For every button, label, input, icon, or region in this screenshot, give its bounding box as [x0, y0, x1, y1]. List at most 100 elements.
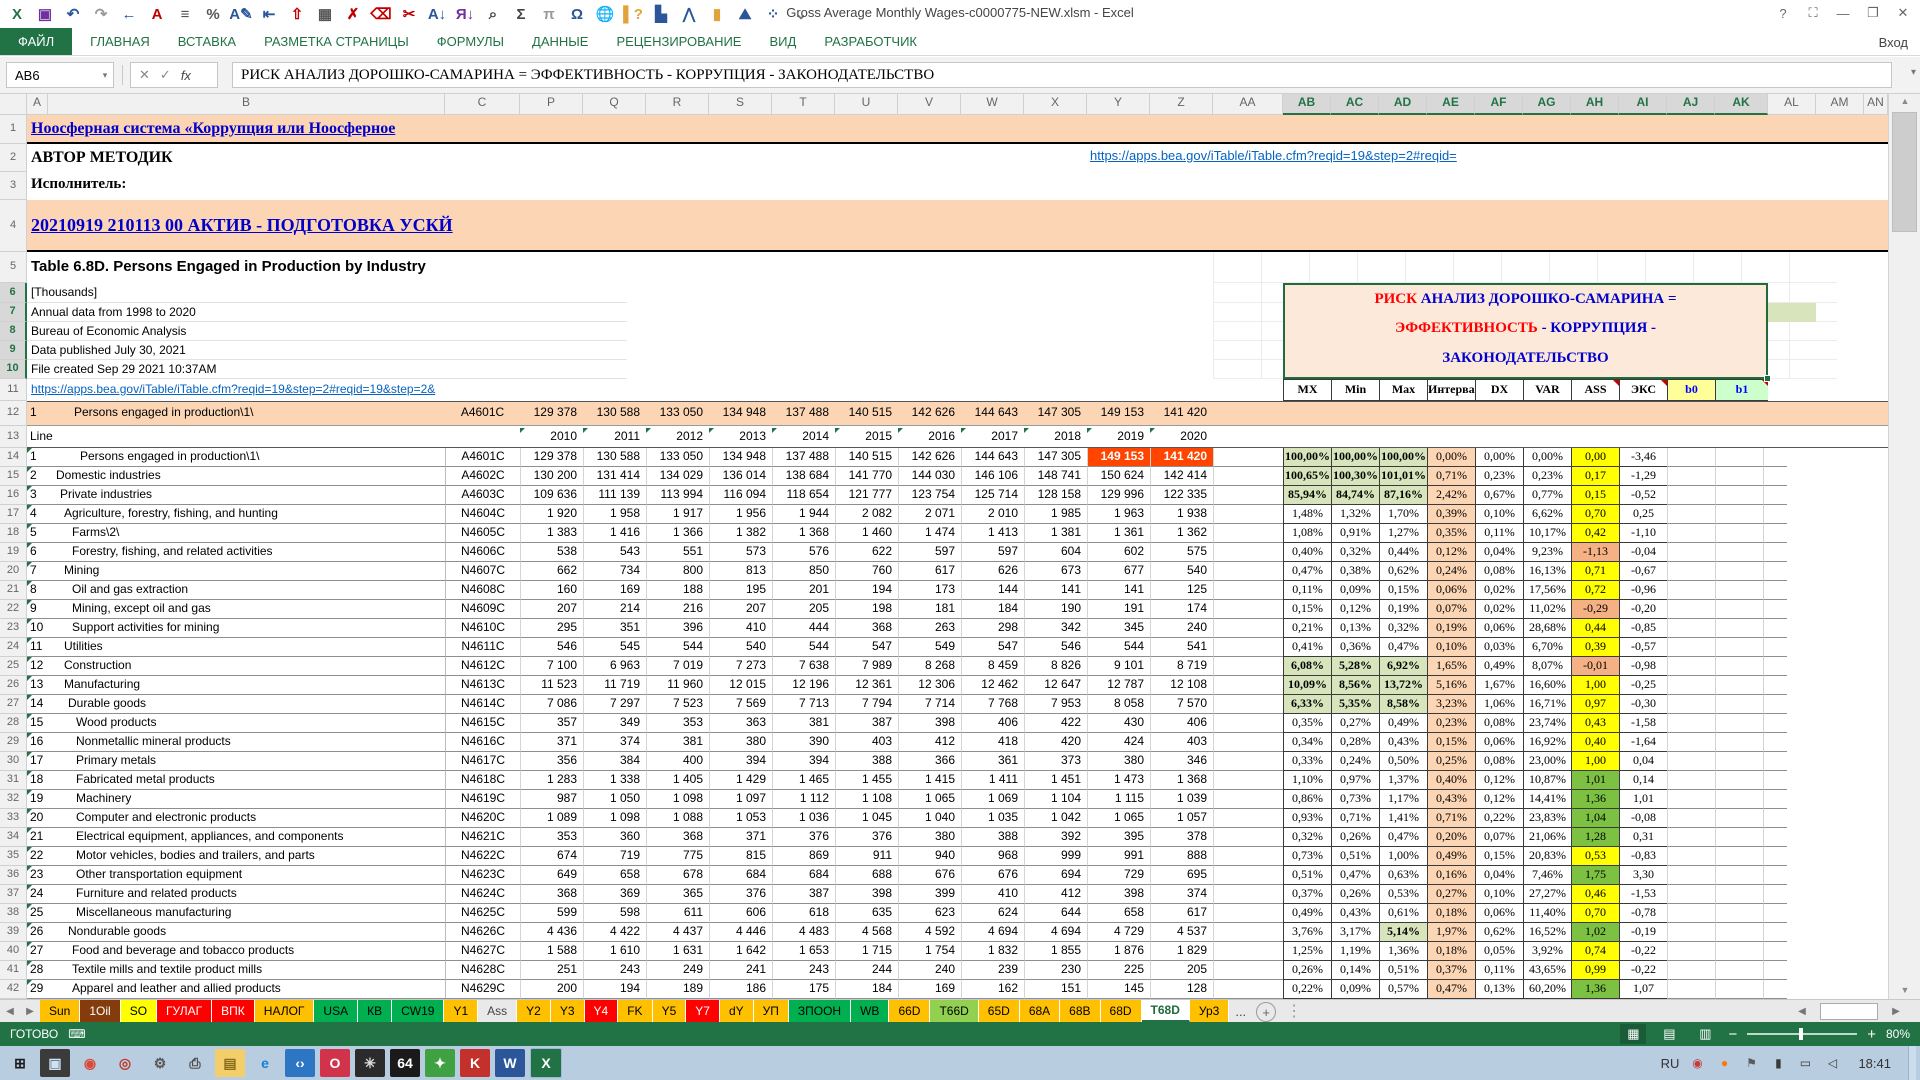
cell-value[interactable]: 1 829: [1150, 942, 1213, 961]
cell-value[interactable]: 371: [709, 828, 772, 847]
hyperlink-icon[interactable]: 🌐: [592, 2, 618, 26]
cell-value[interactable]: 150 624: [1087, 467, 1150, 486]
sheet-tab-ВПК[interactable]: ВПК: [212, 1000, 255, 1022]
cell-value[interactable]: 198: [835, 600, 898, 619]
cell-value[interactable]: 546: [520, 638, 583, 657]
cell-value[interactable]: 403: [1150, 733, 1213, 752]
stat-cell[interactable]: 0,51%: [1283, 866, 1331, 885]
cell-value[interactable]: 869: [772, 847, 835, 866]
cell-value[interactable]: 113 994: [646, 486, 709, 505]
cell-line[interactable]: 1: [27, 448, 48, 467]
cell-value[interactable]: 194: [583, 980, 646, 999]
cell-value[interactable]: 1 368: [1150, 771, 1213, 790]
stat-header-DX[interactable]: DX: [1475, 379, 1523, 401]
cell-value[interactable]: 144: [961, 581, 1024, 600]
language-indicator[interactable]: RU: [1661, 1056, 1680, 1071]
cell-value[interactable]: 147 305: [1024, 448, 1087, 467]
sheet-tab-Y2[interactable]: Y2: [517, 1000, 551, 1022]
ie-icon[interactable]: e: [250, 1049, 280, 1077]
year-header[interactable]: 2010: [520, 428, 583, 446]
cell-value[interactable]: 420: [1024, 733, 1087, 752]
cell-value[interactable]: 374: [1150, 885, 1213, 904]
cell-value[interactable]: 142 626: [898, 448, 961, 467]
row-header-34[interactable]: 34: [0, 828, 27, 847]
worksheet-grid[interactable]: ABCPQRSTUVWXYZAAABACADAEAFAGAHAIAJAKALAM…: [0, 94, 1920, 999]
cell-code[interactable]: N4606C: [445, 543, 520, 562]
cell-value[interactable]: 384: [583, 752, 646, 771]
row-header-15[interactable]: 15: [0, 467, 27, 486]
stat-cell[interactable]: 1,41%: [1379, 809, 1427, 828]
cell-empty[interactable]: [1667, 657, 1715, 676]
cell-value[interactable]: 190: [1024, 600, 1087, 619]
stat-cell[interactable]: 1,28: [1571, 828, 1619, 847]
stat-cell[interactable]: 17,56%: [1523, 581, 1571, 600]
sheet-tab-T68D[interactable]: T68D: [1142, 1000, 1190, 1022]
scroll-up-icon[interactable]: ▲: [1889, 96, 1920, 106]
stat-cell[interactable]: 0,25%: [1427, 752, 1475, 771]
stat-cell[interactable]: 0,47%: [1427, 980, 1475, 999]
stat-cell[interactable]: 1,10%: [1283, 771, 1331, 790]
cell-line[interactable]: 26: [27, 923, 48, 942]
scatter-icon[interactable]: ⁘: [760, 2, 786, 26]
cell-empty[interactable]: [1667, 543, 1715, 562]
cell-empty[interactable]: [1715, 980, 1763, 999]
stat-cell[interactable]: 16,92%: [1523, 733, 1571, 752]
stat-header-b0[interactable]: b0: [1667, 379, 1715, 401]
cell-industry-name[interactable]: Nondurable goods: [48, 923, 445, 942]
cell-empty[interactable]: [1741, 252, 1789, 283]
stat-cell[interactable]: 0,74: [1571, 942, 1619, 961]
cell-empty[interactable]: [1213, 600, 1283, 619]
stat-cell[interactable]: 0,00%: [1427, 448, 1475, 467]
cell-empty[interactable]: [1667, 790, 1715, 809]
vscode-icon[interactable]: ‹›: [285, 1049, 315, 1077]
zoom-slider[interactable]: [1747, 1033, 1857, 1035]
cell-industry-name[interactable]: Utilities: [48, 638, 445, 657]
row-header-27[interactable]: 27: [0, 695, 27, 714]
cell-empty[interactable]: [1763, 942, 1787, 961]
zoom-slider-thumb[interactable]: [1799, 1028, 1803, 1040]
cell-value[interactable]: 342: [1024, 619, 1087, 638]
cell-value[interactable]: 387: [835, 714, 898, 733]
cell-empty[interactable]: [1667, 676, 1715, 695]
column-header-AA[interactable]: AA: [1213, 94, 1283, 115]
stat-cell[interactable]: 0,15%: [1475, 847, 1523, 866]
redo-icon[interactable]: ↷: [88, 2, 114, 26]
stat-cell[interactable]: 16,52%: [1523, 923, 1571, 942]
cell-empty[interactable]: [1213, 847, 1283, 866]
row-header-31[interactable]: 31: [0, 771, 27, 790]
column-header-R[interactable]: R: [646, 94, 709, 115]
stat-cell[interactable]: 0,26%: [1331, 828, 1379, 847]
stat-cell[interactable]: 0,08%: [1475, 562, 1523, 581]
cell-empty[interactable]: [1715, 581, 1763, 600]
cell-value[interactable]: 444: [772, 619, 835, 638]
cell-value[interactable]: 349: [583, 714, 646, 733]
stat-cell[interactable]: 20,83%: [1523, 847, 1571, 866]
cell-industry-name[interactable]: Food and beverage and tobacco products: [48, 942, 445, 961]
hscroll-right-icon[interactable]: ▶: [1886, 1006, 1906, 1017]
risk-analysis-box[interactable]: РИСК АНАЛИЗ ДОРОШКО-САМАРИНА =ЭФФЕКТИВНО…: [1283, 283, 1768, 379]
stat-cell[interactable]: 0,23%: [1523, 467, 1571, 486]
green-app-icon[interactable]: ✦: [425, 1049, 455, 1077]
cell-code[interactable]: N4629C: [445, 980, 520, 999]
stat-cell[interactable]: 0,12%: [1475, 790, 1523, 809]
column-header-AH[interactable]: AH: [1571, 94, 1619, 115]
cell-value[interactable]: 695: [1150, 866, 1213, 885]
cell-value[interactable]: 396: [646, 619, 709, 638]
cell-value[interactable]: 186: [709, 980, 772, 999]
cell-empty[interactable]: [1667, 448, 1715, 467]
cell-value[interactable]: 644: [1024, 904, 1087, 923]
cell-value[interactable]: 388: [835, 752, 898, 771]
cell-value[interactable]: 394: [772, 752, 835, 771]
cell-value[interactable]: 1 069: [961, 790, 1024, 809]
cell-value[interactable]: 545: [583, 638, 646, 657]
cell-value[interactable]: 719: [583, 847, 646, 866]
cell-line[interactable]: 11: [27, 638, 48, 657]
column-header-W[interactable]: W: [961, 94, 1024, 115]
cell-value[interactable]: 677: [1087, 562, 1150, 581]
stat-cell[interactable]: 0,23%: [1475, 467, 1523, 486]
cell-empty[interactable]: [1645, 252, 1693, 283]
row-header-3[interactable]: 3: [0, 172, 27, 200]
cell-empty[interactable]: [1213, 252, 1261, 283]
cell-value[interactable]: 240: [898, 961, 961, 980]
cell-empty[interactable]: [1667, 600, 1715, 619]
